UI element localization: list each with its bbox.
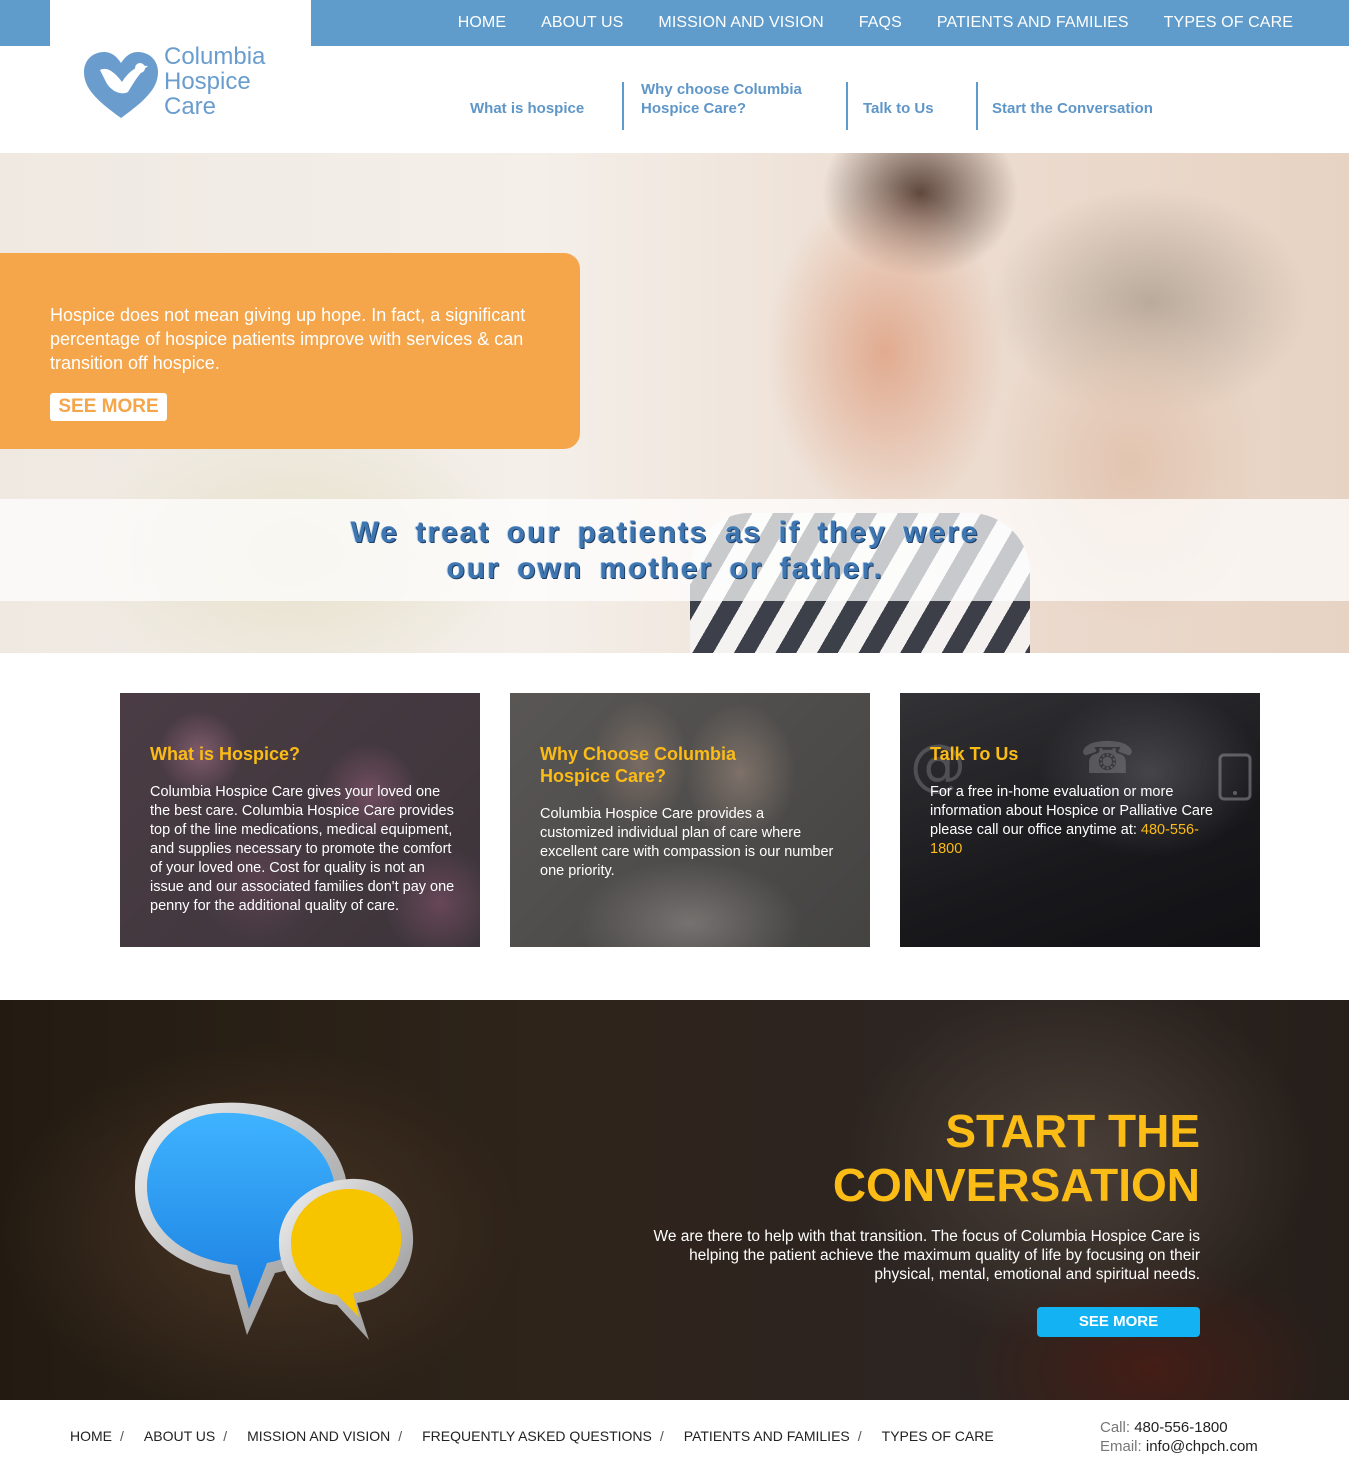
- conversation-see-more-button[interactable]: SEE MORE: [1037, 1307, 1200, 1337]
- footer-link-patients-families[interactable]: PATIENTS AND FAMILIES: [684, 1428, 850, 1444]
- hero-callout: Hospice does not mean giving up hope. In…: [0, 253, 580, 449]
- subnav-talk-to-us[interactable]: Talk to Us: [848, 99, 976, 134]
- footer-separator: /: [857, 1428, 862, 1444]
- footer-email-value[interactable]: info@chpch.com: [1146, 1438, 1258, 1455]
- footer-nav-item: PATIENTS AND FAMILIES /: [684, 1428, 882, 1444]
- footer-separator: /: [398, 1428, 403, 1444]
- site-logo[interactable]: Columbia Hospice Care: [82, 44, 292, 122]
- logo-line-care: Care: [164, 93, 217, 120]
- footer-call-label: Call:: [1100, 1419, 1131, 1436]
- card-title: What is Hospice?: [150, 744, 301, 764]
- subnav-start-conversation[interactable]: Start the Conversation: [978, 99, 1178, 134]
- footer-contact: Call: 480-556-1800 Email: info@chpch.com: [1100, 1418, 1258, 1456]
- main-nav: HOME ABOUT US MISSION AND VISION FAQS PA…: [458, 0, 1293, 46]
- subnav-why-choose[interactable]: Why choose Columbia Hospice Care?: [624, 80, 846, 134]
- logo-wordmark: Columbia Hospice Care: [164, 44, 265, 119]
- nav-patients-and-families[interactable]: PATIENTS AND FAMILIES: [937, 14, 1129, 32]
- footer-link-faq[interactable]: FREQUENTLY ASKED QUESTIONS: [422, 1428, 652, 1444]
- footer-link-home[interactable]: HOME: [70, 1428, 112, 1444]
- subnav-what-is-hospice[interactable]: What is hospice: [470, 99, 622, 134]
- nav-faqs[interactable]: FAQS: [859, 14, 902, 32]
- nav-mission-and-vision[interactable]: MISSION AND VISION: [658, 14, 823, 32]
- conversation-title-line2: CONVERSATION: [832, 1159, 1200, 1211]
- footer-link-about-us[interactable]: ABOUT US: [144, 1428, 215, 1444]
- footer-nav-item: TYPES OF CARE: [882, 1428, 994, 1444]
- footer-email: Email: info@chpch.com: [1100, 1437, 1258, 1456]
- conversation-title: START THE CONVERSATION: [640, 1104, 1200, 1212]
- footer-separator: /: [223, 1428, 228, 1444]
- footer-link-types-of-care[interactable]: TYPES OF CARE: [882, 1428, 994, 1444]
- footer-email-label: Email:: [1100, 1438, 1142, 1455]
- footer-link-mission-vision[interactable]: MISSION AND VISION: [247, 1428, 390, 1444]
- footer-separator: /: [659, 1428, 664, 1444]
- conversation-title-line1: START THE: [945, 1105, 1200, 1157]
- card-what-is-hospice[interactable]: What is Hospice? Columbia Hospice Care g…: [120, 693, 480, 947]
- speech-bubbles-icon: [135, 1102, 414, 1340]
- footer-separator: /: [120, 1428, 124, 1444]
- footer-call: Call: 480-556-1800: [1100, 1418, 1258, 1437]
- card-talk-to-us[interactable]: @ ☎ Talk To Us For a free in-home evalua…: [900, 693, 1260, 947]
- hero-callout-text: Hospice does not mean giving up hope. In…: [50, 305, 526, 373]
- card-text: Columbia Hospice Care provides a customi…: [540, 806, 834, 879]
- footer-nav-item: HOME /: [70, 1428, 144, 1444]
- nav-types-of-care[interactable]: TYPES OF CARE: [1164, 14, 1293, 32]
- nav-home[interactable]: HOME: [458, 14, 506, 32]
- card-why-choose[interactable]: Why Choose Columbia Hospice Care? Columb…: [510, 693, 870, 947]
- footer-nav-item: FREQUENTLY ASKED QUESTIONS /: [422, 1428, 684, 1444]
- card-text: For a free in-home evaluation or more in…: [930, 783, 1230, 859]
- footer-nav-item: MISSION AND VISION /: [247, 1428, 422, 1444]
- card-title: Why Choose Columbia Hospice Care?: [540, 744, 737, 786]
- footer-nav: HOME / ABOUT US / MISSION AND VISION / F…: [70, 1428, 994, 1444]
- footer-call-value[interactable]: 480-556-1800: [1134, 1419, 1227, 1436]
- logo-line-hospice: Hospice: [164, 68, 251, 95]
- hero-see-more-button[interactable]: SEE MORE: [50, 393, 167, 421]
- secondary-nav: What is hospice Why choose Columbia Hosp…: [470, 81, 1178, 134]
- card-text: Columbia Hospice Care gives your loved o…: [150, 784, 455, 914]
- footer: HOME / ABOUT US / MISSION AND VISION / F…: [0, 1400, 1349, 1470]
- hero-tagline-band: We treat our patients as if they were ou…: [0, 499, 1349, 601]
- conversation-section: START THE CONVERSATION We are there to h…: [0, 1000, 1349, 1400]
- hero-banner: Hospice does not mean giving up hope. In…: [0, 153, 1349, 653]
- nav-about-us[interactable]: ABOUT US: [541, 14, 623, 32]
- logo-line-columbia: Columbia: [164, 43, 266, 70]
- hero-tagline: We treat our patients as if they were ou…: [350, 516, 980, 585]
- conversation-text: We are there to help with that transitio…: [653, 1228, 1200, 1283]
- card-title: Talk To Us: [930, 744, 1019, 764]
- footer-nav-item: ABOUT US /: [144, 1428, 247, 1444]
- heart-dove-logo-icon: [84, 52, 158, 118]
